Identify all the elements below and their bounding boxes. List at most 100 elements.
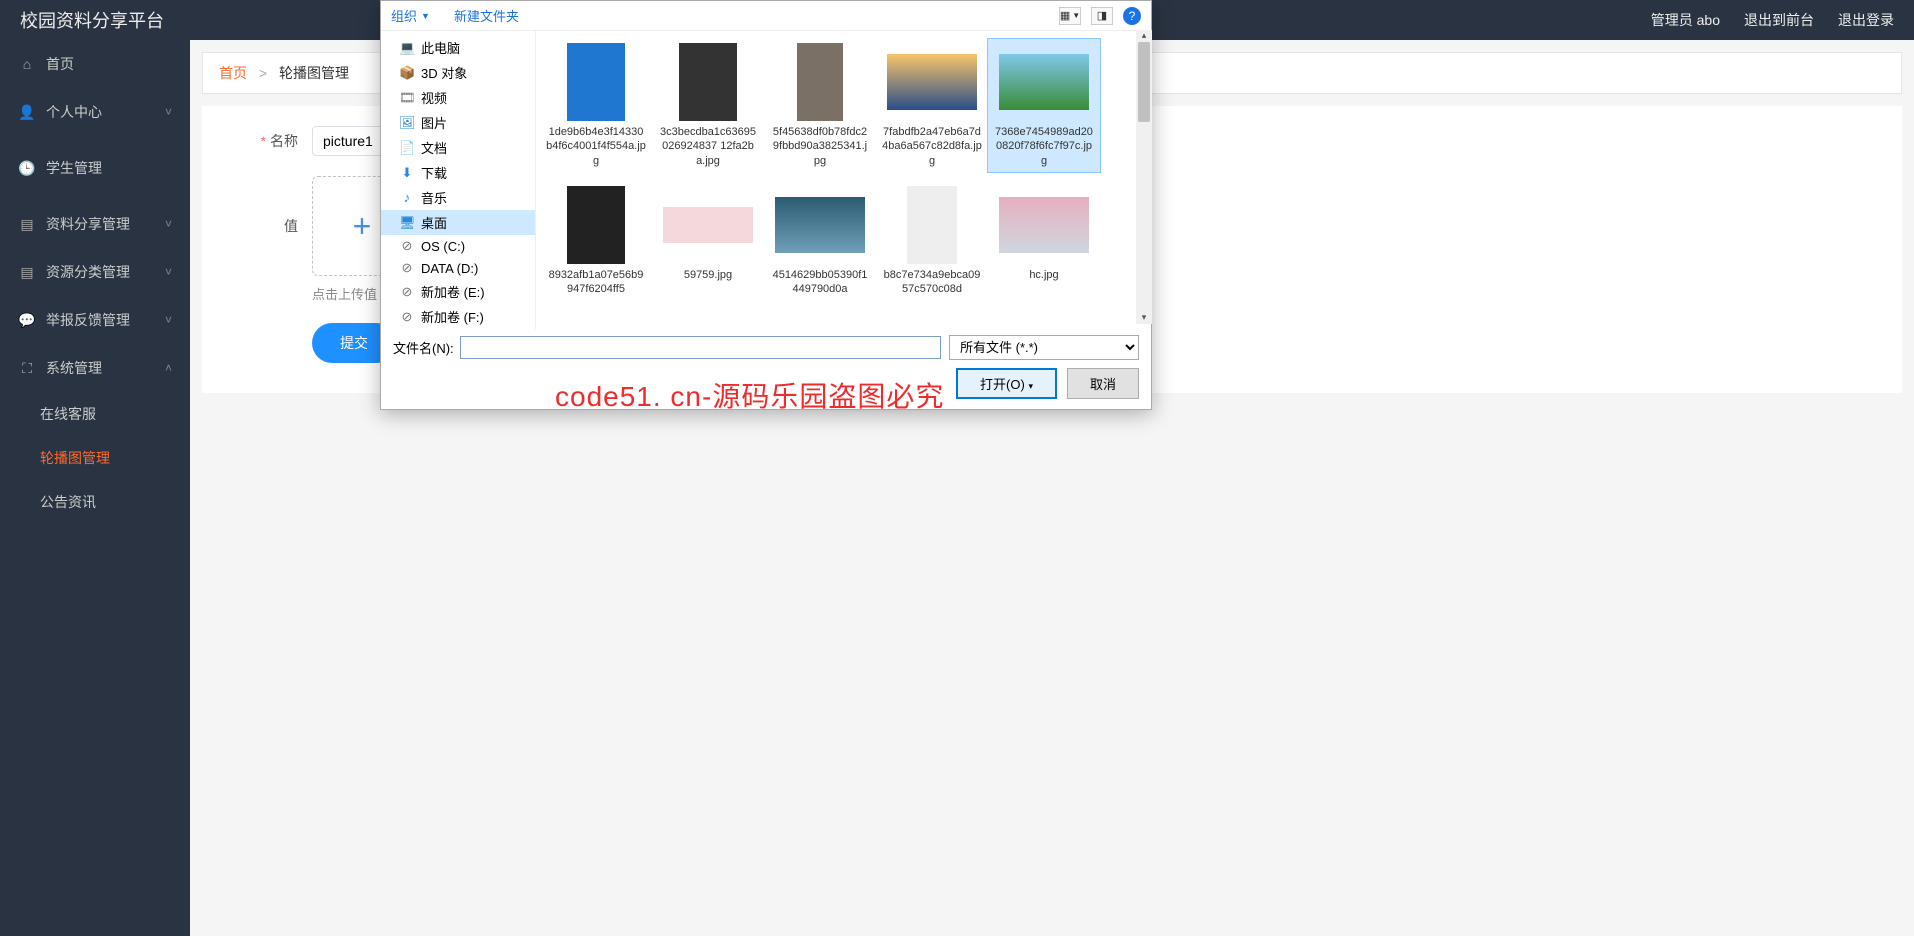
tree-label: OS (C:) (421, 239, 465, 254)
scroll-down-arrow[interactable]: ▾ (1136, 312, 1152, 324)
nav-tree-item-0[interactable]: 💻 此电脑 (381, 35, 535, 60)
nav-item-6[interactable]: ⛶系统管理˄ (0, 344, 190, 392)
tree-label: 视频 (421, 88, 447, 107)
red-watermark-text: code51. cn-源码乐园盗图必究 (555, 375, 944, 415)
tree-icon: ⊘ (399, 309, 415, 325)
tree-label: 新加卷 (F:) (421, 307, 484, 326)
nav-item-3[interactable]: ▤资料分享管理˅ (0, 200, 190, 248)
file-name: b8c7e734a9ebca0957c570c08d (880, 268, 984, 297)
file-name: 59759.jpg (656, 268, 760, 282)
nav-icon: ▤ (18, 264, 36, 281)
file-thumbnail (907, 186, 957, 264)
scroll-up-arrow[interactable]: ▴ (1136, 30, 1152, 42)
file-item-5[interactable]: 8932afb1a07e56b9947f6204ff5 (540, 182, 652, 301)
nav-tree-item-6[interactable]: ♪音乐 (381, 185, 535, 210)
nav-icon: 🕒 (18, 160, 36, 177)
breadcrumb-home[interactable]: 首页 (219, 65, 247, 81)
admin-label[interactable]: 管理员 abo (1651, 10, 1720, 30)
view-mode-icon[interactable]: ▦▼ (1059, 7, 1081, 25)
tree-icon: ⊘ (399, 260, 415, 276)
tree-label: 文档 (421, 138, 447, 157)
file-name: hc.jpg (992, 268, 1096, 282)
preview-pane-icon[interactable]: ◨ (1091, 7, 1113, 25)
file-item-3[interactable]: 7fabdfb2a47eb6a7d4ba6a567c82d8fa.jpg (876, 39, 988, 172)
cancel-button[interactable]: 取消 (1067, 368, 1139, 399)
nav-tree-item-1[interactable]: 📦3D 对象 (381, 60, 535, 85)
tree-icon: ⬇ (399, 165, 415, 181)
breadcrumb-current: 轮播图管理 (279, 65, 349, 81)
file-item-2[interactable]: 5f45638df0b78fdc29fbbd90a3825341.jpg (764, 39, 876, 172)
file-thumbnail (775, 197, 865, 253)
file-item-8[interactable]: b8c7e734a9ebca0957c570c08d (876, 182, 988, 301)
value-label: 值 (232, 176, 312, 236)
tree-label: 此电脑 (421, 38, 460, 57)
file-thumbnail (999, 197, 1089, 253)
nav-icon: 👤 (18, 104, 36, 121)
nav-item-0[interactable]: ⌂首页 (0, 40, 190, 88)
nav-tree-item-2[interactable]: 🎞 视频 (381, 85, 535, 110)
file-thumbnail (567, 43, 625, 121)
tree-label: 桌面 (421, 213, 447, 232)
nav-tree-item-7[interactable]: 🖥 桌面 (381, 210, 535, 235)
name-label: *名称 (232, 131, 312, 151)
file-name: 3c3becdba1c63695026924837 12fa2ba.jpg (656, 125, 760, 168)
nav-sub-0[interactable]: 在线客服 (0, 392, 190, 436)
chevron-icon: ˅ (165, 105, 172, 119)
dialog-nav-tree[interactable]: 💻 此电脑 📦3D 对象 🎞 视频 🖼图片📄文档⬇下载♪音乐 🖥 桌面 ⊘ OS (C:) ⊘ DAT… (381, 31, 536, 329)
dialog-scrollbar[interactable]: ▴ ▾ (1136, 30, 1152, 324)
file-thumbnail (679, 43, 737, 121)
new-folder-button[interactable]: 新建文件夹 (454, 6, 519, 25)
nav-label: 学生管理 (46, 158, 102, 178)
breadcrumb-sep: > (259, 65, 267, 81)
tree-icon: 🖥 (399, 215, 415, 231)
nav-tree-item-9[interactable]: ⊘ DATA (D:) (381, 257, 535, 279)
nav-sub-1[interactable]: 轮播图管理 (0, 436, 190, 480)
nav-tree-item-4[interactable]: 📄文档 (381, 135, 535, 160)
file-thumbnail (887, 54, 977, 110)
open-button[interactable]: 打开(O) ▾ (956, 368, 1057, 399)
tree-icon: ⊘ (399, 238, 415, 254)
tree-label: DATA (D:) (421, 261, 478, 276)
file-item-4[interactable]: 7368e7454989ad200820f78f6fc7f97c.jpg (988, 39, 1100, 172)
scroll-thumb[interactable] (1138, 42, 1150, 122)
file-item-1[interactable]: 3c3becdba1c63695026924837 12fa2ba.jpg (652, 39, 764, 172)
nav-item-2[interactable]: 🕒 学生管理 (0, 144, 190, 192)
tree-icon: ♪ (399, 190, 415, 205)
dialog-file-grid[interactable]: 1de9b6b4e3f14330b4f6c4001f4f554a.jpg3c3b… (536, 31, 1151, 329)
filename-input[interactable] (460, 336, 941, 359)
tree-icon: 📦 (399, 65, 415, 81)
file-name: 7368e7454989ad200820f78f6fc7f97c.jpg (992, 125, 1096, 168)
nav-item-4[interactable]: ▤资源分类管理˅ (0, 248, 190, 296)
organize-button[interactable]: 组织▼ (391, 6, 430, 25)
brand-title: 校园资料分享平台 (20, 7, 164, 33)
nav-item-1[interactable]: 👤个人中心˅ (0, 88, 190, 136)
file-item-0[interactable]: 1de9b6b4e3f14330b4f6c4001f4f554a.jpg (540, 39, 652, 172)
tree-label: 新加卷 (E:) (421, 282, 485, 301)
nav-tree-item-10[interactable]: ⊘新加卷 (E:) (381, 279, 535, 304)
tree-icon: 💻 (399, 40, 415, 56)
nav-item-5[interactable]: 💬举报反馈管理˅ (0, 296, 190, 344)
file-name: 4514629bb05390f1449790d0a (768, 268, 872, 297)
tree-icon: 🎞 (399, 90, 415, 106)
nav-tree-item-5[interactable]: ⬇下载 (381, 160, 535, 185)
exit-front-link[interactable]: 退出到前台 (1744, 10, 1814, 30)
nav-icon: ▤ (18, 216, 36, 233)
file-item-7[interactable]: 4514629bb05390f1449790d0a (764, 182, 876, 301)
file-item-9[interactable]: hc.jpg (988, 182, 1100, 301)
file-name: 7fabdfb2a47eb6a7d4ba6a567c82d8fa.jpg (880, 125, 984, 168)
file-name: 1de9b6b4e3f14330b4f6c4001f4f554a.jpg (544, 125, 648, 168)
file-filter-select[interactable]: 所有文件 (*.*) (949, 335, 1139, 360)
file-name: 8932afb1a07e56b9947f6204ff5 (544, 268, 648, 297)
logout-link[interactable]: 退出登录 (1838, 10, 1894, 30)
tree-icon: 🖼 (399, 115, 415, 131)
nav-tree-item-3[interactable]: 🖼图片 (381, 110, 535, 135)
nav-tree-item-8[interactable]: ⊘ OS (C:) (381, 235, 535, 257)
nav-icon: ⌂ (18, 56, 36, 72)
help-icon[interactable]: ? (1123, 7, 1141, 25)
nav-tree-item-11[interactable]: ⊘ 新加卷 (F:) (381, 304, 535, 329)
nav-sub-2[interactable]: 公告资讯 (0, 480, 190, 524)
chevron-icon: ˄ (165, 361, 172, 375)
chevron-icon: ˅ (165, 265, 172, 279)
nav-label: 举报反馈管理 (46, 310, 130, 330)
file-item-6[interactable]: 59759.jpg (652, 182, 764, 301)
